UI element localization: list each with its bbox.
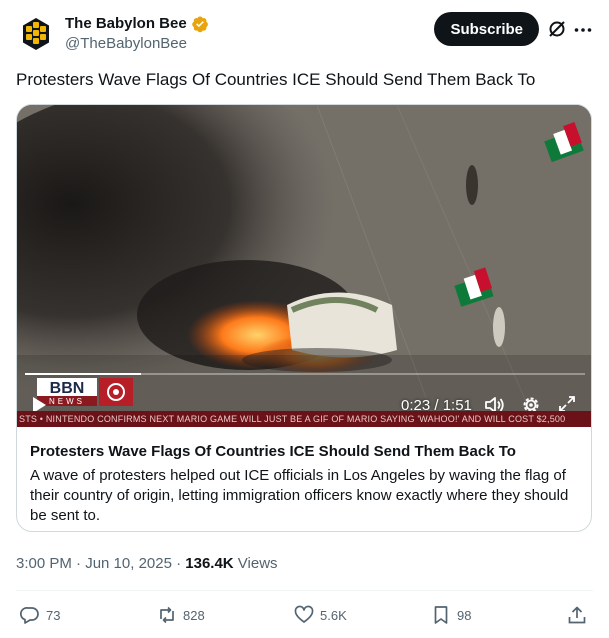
card-title[interactable]: Protesters Wave Flags Of Countries ICE S… [30, 442, 516, 462]
video-player[interactable]: BBN NEWS 0:23 / 1:51 STS • NINTENDO CONF [17, 105, 591, 427]
bee-logo-icon[interactable] [16, 14, 56, 54]
display-name[interactable]: The Babylon Bee [65, 14, 187, 34]
views-label: Views [233, 555, 278, 572]
tweet-text: Protesters Wave Flags Of Countries ICE S… [16, 70, 536, 89]
like-button[interactable]: 5.6K [294, 600, 347, 630]
bbn-logo-subtext: NEWS [49, 397, 85, 406]
card-description: A wave of protesters helped out ICE offi… [30, 467, 569, 524]
subscribe-button[interactable]: Subscribe [434, 12, 539, 46]
account-handle[interactable]: @TheBabylonBee [65, 34, 209, 54]
share-button[interactable] [567, 600, 587, 630]
bookmark-icon [434, 606, 448, 624]
video-progress-fill [25, 373, 141, 375]
grok-icon[interactable] [547, 19, 567, 39]
tweet-meta: 3:00 PM · Jun 10, 2025 · 136.4K Views [16, 554, 278, 574]
bookmark-count: 98 [457, 607, 472, 623]
tweet-timestamp[interactable]: 3:00 PM · Jun 10, 2025 · [16, 555, 185, 572]
verified-badge-icon [191, 16, 208, 33]
repost-icon [160, 606, 174, 624]
account-info: The Babylon Bee @TheBabylonBee [65, 14, 209, 54]
bbn-logo-text: BBN [50, 380, 85, 397]
bbn-news-logo: BBN NEWS [37, 378, 135, 408]
like-count: 5.6K [320, 607, 347, 623]
video-progress-bar[interactable] [25, 373, 585, 375]
reply-button[interactable]: 73 [20, 600, 60, 630]
tweet-header: The Babylon Bee @TheBabylonBee Subscribe [16, 12, 593, 56]
repost-button[interactable]: 828 [157, 600, 205, 630]
reply-count: 73 [46, 607, 61, 623]
reply-icon [20, 607, 39, 624]
heart-icon [294, 605, 314, 623]
divider [16, 590, 593, 591]
bookmark-button[interactable]: 98 [431, 600, 471, 630]
share-icon [568, 606, 586, 624]
views-count: 136.4K [185, 555, 234, 572]
repost-count: 828 [183, 607, 205, 623]
news-ticker: STS • NINTENDO CONFIRMS NEXT MARIO GAME … [17, 411, 591, 427]
more-icon[interactable] [573, 20, 593, 40]
tweet-actions: 73 828 5.6K 98 [0, 600, 609, 630]
link-card[interactable]: BBN NEWS 0:23 / 1:51 STS • NINTENDO CONF [16, 104, 592, 532]
